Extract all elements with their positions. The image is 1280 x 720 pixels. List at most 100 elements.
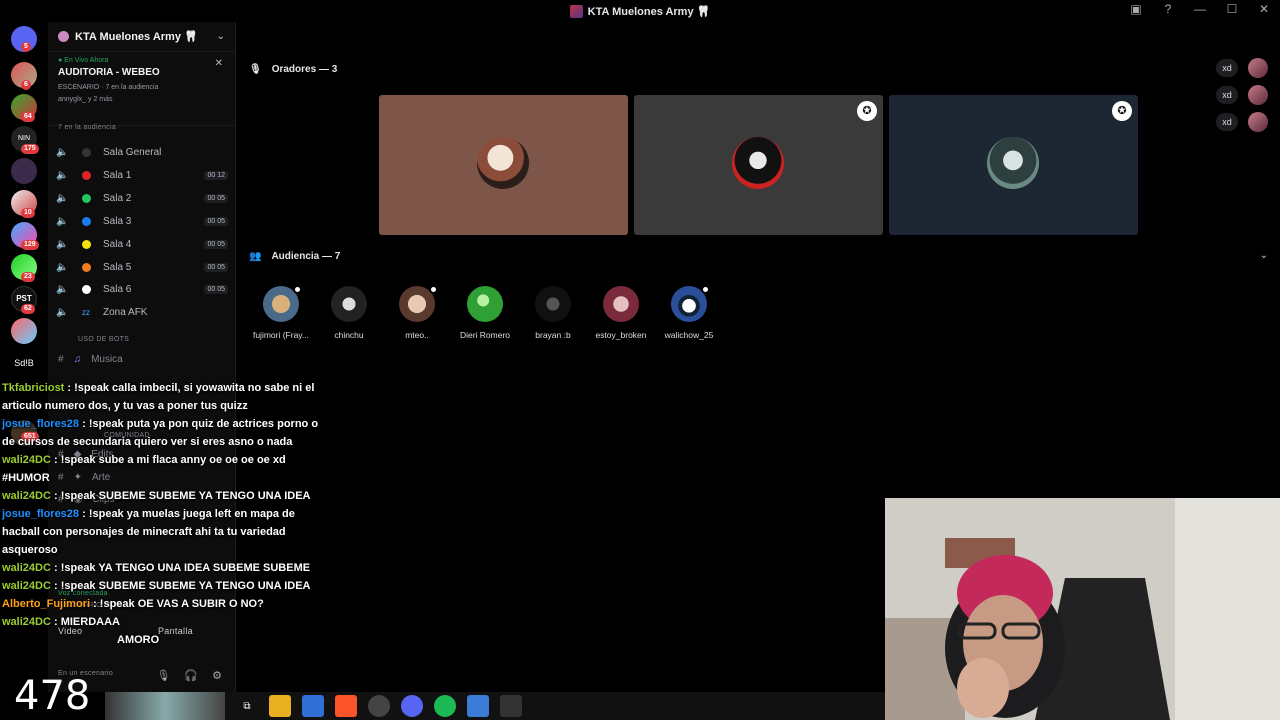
speaker-icon: 🔈 (56, 215, 69, 227)
audience-icon: 👥 (249, 251, 262, 262)
window-controls: ▣ ? — ☐ ✕ (1128, 2, 1272, 16)
avatar (399, 285, 438, 322)
voice-channel[interactable]: 🔈 Sala 1 00 12 (56, 165, 228, 185)
voice-channel[interactable]: 🔈 Sala 4 00 05 (56, 234, 228, 254)
maximize-button[interactable]: ☐ (1224, 2, 1240, 16)
badge: 129 (21, 240, 39, 250)
close-button[interactable]: ✕ (1256, 2, 1272, 16)
speakers-header: 🎙 Oradores — 3 (249, 64, 338, 75)
badge: 10 (21, 208, 35, 218)
voice-channel[interactable]: 🔈 Sala General (56, 142, 228, 162)
guild-icon (58, 31, 69, 42)
chevron-down-icon[interactable]: ⌄ (217, 31, 225, 42)
side-row[interactable]: xd (1216, 81, 1268, 108)
inbox-icon[interactable]: ▣ (1128, 2, 1144, 16)
voice-channel[interactable]: 🔈 Sala 2 00 05 (56, 188, 228, 208)
chat-message: josue_flores28 : !speak ya muelas juega … (2, 508, 295, 556)
guild-header[interactable]: KTA Muelones Army 🦷 ⌄ (48, 22, 235, 52)
live-stage-card[interactable]: ● En Vivo Ahora AUDITORIA - WEBEO ESCENA… (48, 52, 235, 126)
side-row[interactable]: xd (1216, 108, 1268, 135)
store-icon[interactable] (302, 695, 324, 717)
status-icon (429, 285, 438, 294)
badge: 6 (21, 80, 31, 90)
voice-channel[interactable]: 🔈 zz Zona AFK (56, 302, 228, 322)
chat-message: wali24DC : !speak SUBEME SUBEME YA TENGO… (2, 580, 311, 592)
avatar (671, 285, 710, 322)
stream-chat-overlay: Tkfabriciost : !speak calla imbecil, si … (2, 379, 332, 649)
avatar (987, 137, 1039, 189)
channel-icon (82, 216, 91, 226)
audience-member[interactable]: chinchu (315, 286, 383, 340)
speaker-tile[interactable]: ✪ (889, 95, 1138, 235)
audience-member[interactable]: walichow_25 (655, 285, 723, 340)
chat-message: wali24DC : !speak sube a mi flaca anny o… (2, 454, 286, 484)
text-channel[interactable]: # ♫ Musica (58, 354, 228, 365)
voice-channel[interactable]: 🔈 Sala 6 00 05 (56, 279, 228, 299)
title-bar: KTA Muelones Army 🦷 ▣ ? — ☐ ✕ (0, 0, 1280, 22)
avatar (331, 286, 367, 322)
app-icon[interactable] (467, 695, 489, 717)
badge: 5 (21, 42, 31, 52)
audience-member[interactable]: brayan :b (519, 286, 587, 340)
channel-icon (82, 193, 91, 203)
voice-channel[interactable]: 🔈 Sala 5 00 05 (56, 257, 228, 277)
audience-member[interactable]: mteo.. (383, 285, 451, 340)
taskbar: ⧉ (105, 692, 885, 720)
headphones-icon[interactable]: 🎧 (184, 669, 198, 682)
audience-header: 👥 Audiencia — 7 (249, 251, 341, 262)
audience-member[interactable]: Dieri Romero (451, 286, 519, 340)
epic-games-icon[interactable] (500, 695, 522, 717)
side-row[interactable]: xd (1216, 54, 1268, 81)
close-icon[interactable]: ✕ (215, 58, 223, 69)
viewer-count: 478 (14, 673, 91, 719)
live-audience: annyglx_ y 2 más (58, 96, 113, 103)
status-icon (293, 285, 302, 294)
minimize-button[interactable]: — (1192, 2, 1208, 16)
server-logo-icon (569, 4, 583, 18)
file-explorer-icon[interactable] (269, 695, 291, 717)
live-subtitle: ESCENARIO · 7 en la audiencia (58, 84, 159, 91)
badge: 175 (21, 144, 39, 154)
avatar (1248, 84, 1268, 105)
audience-member[interactable]: fujimori (Fray... (247, 285, 315, 340)
avatar (477, 137, 529, 189)
channel-icon (82, 239, 91, 249)
channel-icon (82, 284, 91, 294)
hash-icon: # (58, 354, 64, 365)
speaker-icon: 🔈 (56, 192, 69, 204)
brave-icon[interactable] (335, 695, 357, 717)
audience-member[interactable]: estoy_broken (587, 286, 655, 340)
server-icon[interactable] (11, 318, 37, 344)
speaker-tile[interactable]: ✪ (634, 95, 883, 235)
server-icon[interactable] (11, 158, 37, 184)
voice-channel[interactable]: 🔈 Sala 3 00 05 (56, 211, 228, 231)
webcam-image (885, 498, 1280, 720)
discord-icon[interactable] (401, 695, 423, 717)
category-label[interactable]: USO DE BOTS (78, 336, 129, 343)
chat-message: wali24DC : !speak YA TENGO UNA IDEA SUBE… (2, 562, 311, 574)
music-icon: ♫ (73, 354, 82, 365)
audience-hint: 7 en la audiencia (58, 124, 117, 131)
chat-message: AMORO (117, 634, 160, 646)
speaker-tile[interactable] (379, 95, 628, 235)
avatar (535, 286, 571, 322)
chat-message: Tkfabriciost : !speak calla imbecil, si … (2, 382, 315, 412)
moderator-icon: ✪ (1112, 101, 1132, 121)
badge: 64 (21, 112, 35, 122)
chat-message: Alberto_Fujimori : !speak OE VAS A SUBIR… (2, 598, 264, 610)
settings-gear-icon[interactable]: ⚙ (212, 669, 222, 682)
channel-icon (82, 170, 91, 180)
app-icon[interactable] (368, 695, 390, 717)
badge: 62 (21, 304, 35, 314)
help-icon[interactable]: ? (1160, 2, 1176, 16)
sleep-icon: zz (82, 307, 90, 317)
server-icon[interactable]: Sd!B (11, 350, 37, 376)
webcam-feed (885, 498, 1280, 720)
chevron-down-icon[interactable]: ⌄ (1260, 250, 1268, 261)
task-view-icon[interactable]: ⧉ (236, 695, 258, 717)
microphone-icon: 🎙 (249, 64, 262, 75)
avatar (467, 286, 503, 322)
microphone-icon[interactable]: 🎙 (156, 669, 170, 682)
guild-name: KTA Muelones Army 🦷 (75, 31, 198, 43)
spotify-icon[interactable] (434, 695, 456, 717)
